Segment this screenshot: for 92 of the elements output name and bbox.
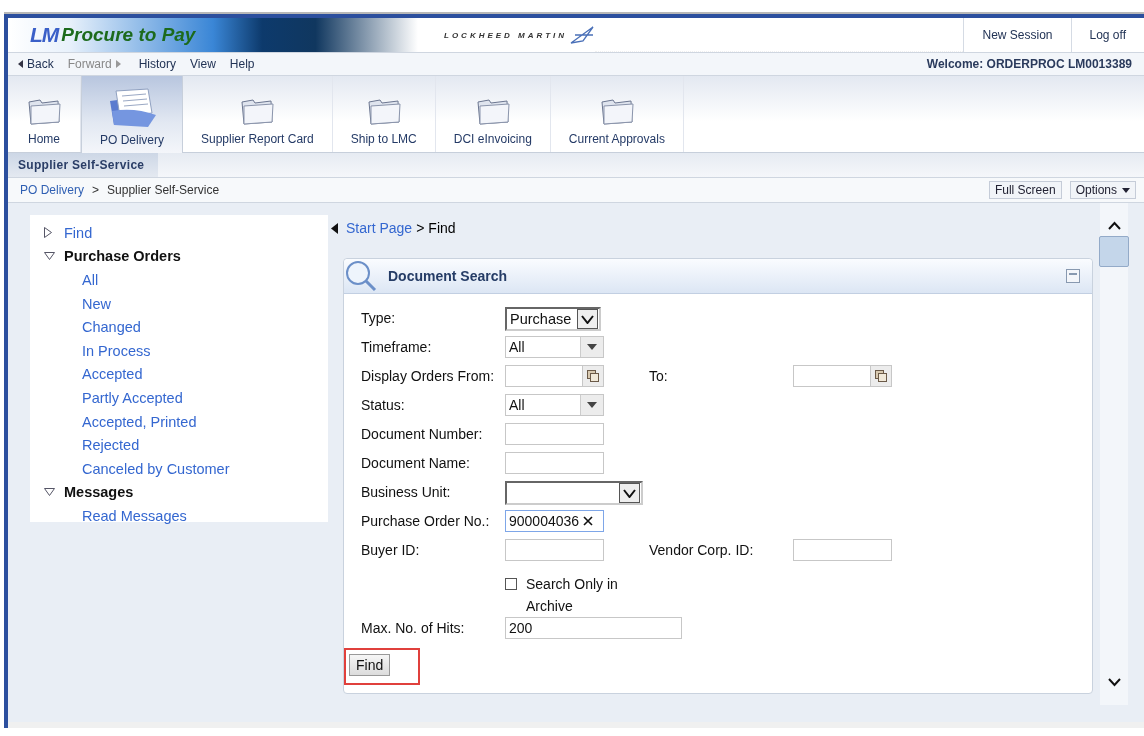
tree-folder[interactable]: Purchase Orders <box>64 248 181 265</box>
minimize-icon[interactable] <box>1066 269 1080 283</box>
chevron-down-icon <box>581 314 594 324</box>
field-label: Document Number: <box>361 425 484 442</box>
dropdown-arrow-icon <box>587 402 597 408</box>
clear-icon <box>583 516 594 526</box>
calendar-button[interactable] <box>871 365 892 387</box>
field-label: Type: <box>361 309 397 326</box>
date-field[interactable] <box>793 365 871 387</box>
breadcrumb-link[interactable]: PO Delivery <box>20 183 84 197</box>
tree-link[interactable]: Read Messages <box>82 507 187 524</box>
field-label: Max. No. of Hits: <box>361 619 466 636</box>
options-button[interactable]: Options <box>1069 181 1136 199</box>
chevron-down-icon <box>623 488 636 498</box>
logo-text: LM <box>30 23 59 47</box>
right-arrow-icon <box>115 60 121 68</box>
search-icon <box>344 259 378 293</box>
folder-icon <box>26 96 62 126</box>
nav-tab[interactable]: Home <box>8 76 81 152</box>
nav-tab[interactable]: Ship to LMC <box>332 76 436 152</box>
scroll-down-icon <box>1107 678 1121 687</box>
toolbar-button[interactable]: Full Screen <box>988 181 1062 199</box>
nav-tab[interactable]: PO Delivery <box>81 76 183 153</box>
welcome-text: Welcome: ORDERPROC LM0013389 <box>926 57 1132 71</box>
tree-link[interactable]: In Process <box>82 342 151 359</box>
header-link[interactable]: Log off <box>1070 18 1144 52</box>
breadcrumb-separator: > <box>416 220 425 236</box>
nav-tab[interactable]: DCI eInvoicing <box>435 76 551 152</box>
menu-item[interactable]: View <box>190 57 216 71</box>
field-label: Status: <box>361 396 406 413</box>
logo-text: Procure to Pay <box>61 24 196 46</box>
tree-link[interactable]: All <box>82 272 99 288</box>
breadcrumb-text: Find <box>428 220 456 236</box>
tree-link[interactable]: Changed <box>82 319 141 336</box>
folder-icon <box>239 96 276 126</box>
calendar-icon <box>875 370 887 382</box>
checkbox-label: Search Only in Archive <box>526 575 619 616</box>
breadcrumb-link[interactable]: Start Page <box>346 220 413 236</box>
field-label: Display Orders From: <box>361 367 496 384</box>
folder-icon <box>365 96 402 126</box>
find-button[interactable]: Find <box>349 654 391 676</box>
input-field[interactable]: 900004036 <box>505 510 604 532</box>
left-arrow-icon <box>18 60 23 68</box>
checkbox[interactable] <box>505 578 517 590</box>
input-field[interactable] <box>505 452 604 474</box>
header-link[interactable]: New Session <box>963 18 1071 52</box>
field-value: 200 <box>509 620 533 636</box>
input-field[interactable] <box>793 539 892 561</box>
field-label: Purchase Order No.: <box>361 512 491 529</box>
menu-item[interactable]: History <box>138 57 177 71</box>
tree-link[interactable]: Accepted <box>82 366 143 383</box>
tree-link[interactable]: Accepted, Printed <box>82 413 197 430</box>
field-value: 900004036 <box>509 513 580 529</box>
input-field[interactable] <box>505 423 604 445</box>
breadcrumb-separator: > <box>92 183 100 197</box>
dropdown-arrow-icon <box>587 344 597 350</box>
tree-link[interactable]: Rejected <box>82 437 140 454</box>
tree-link[interactable]: Partly Accepted <box>82 389 183 406</box>
date-field[interactable] <box>505 365 583 387</box>
panel-title: Document Search <box>388 268 508 284</box>
tree-folder[interactable]: Messages <box>64 484 134 501</box>
calendar-icon <box>587 370 599 382</box>
sub-tab[interactable]: Supplier Self-Service <box>8 153 159 177</box>
tree-link[interactable]: Find <box>64 224 93 241</box>
nav-tab[interactable]: Current Approvals <box>550 76 684 152</box>
caret-icon <box>1122 187 1130 193</box>
menu-item[interactable]: Help <box>229 57 255 71</box>
field-label: Buyer ID: <box>361 541 421 558</box>
star-logo-icon <box>569 25 596 45</box>
select-box[interactable] <box>505 481 643 505</box>
dropdown[interactable]: All <box>505 336 604 358</box>
field-label: Vendor Corp. ID: <box>649 541 755 558</box>
brand-text: LOCKHEED MARTIN <box>444 30 568 40</box>
breadcrumb-text: Supplier Self-Service <box>107 183 220 197</box>
input-field[interactable] <box>505 539 604 561</box>
back-arrow-icon <box>331 222 338 234</box>
menu-item[interactable]: Back <box>18 57 54 71</box>
calendar-button[interactable] <box>583 365 604 387</box>
field-label: To: <box>649 367 669 384</box>
scroll-up-icon <box>1107 221 1121 230</box>
scrollbar-thumb[interactable] <box>1099 236 1129 267</box>
nav-tab[interactable]: Supplier Report Card <box>183 76 333 152</box>
folder-icon <box>474 96 511 126</box>
tree-link[interactable]: Canceled by Customer <box>82 460 230 477</box>
select-box[interactable]: Purchase <box>505 307 601 331</box>
folder-icon <box>598 96 635 126</box>
field-label: Business Unit: <box>361 483 452 500</box>
field-label: Timeframe: <box>361 338 433 355</box>
field-label: Document Name: <box>361 454 471 471</box>
tree-link[interactable]: New <box>82 295 111 312</box>
dropdown[interactable]: All <box>505 394 604 416</box>
input-field[interactable]: 200 <box>505 617 682 639</box>
